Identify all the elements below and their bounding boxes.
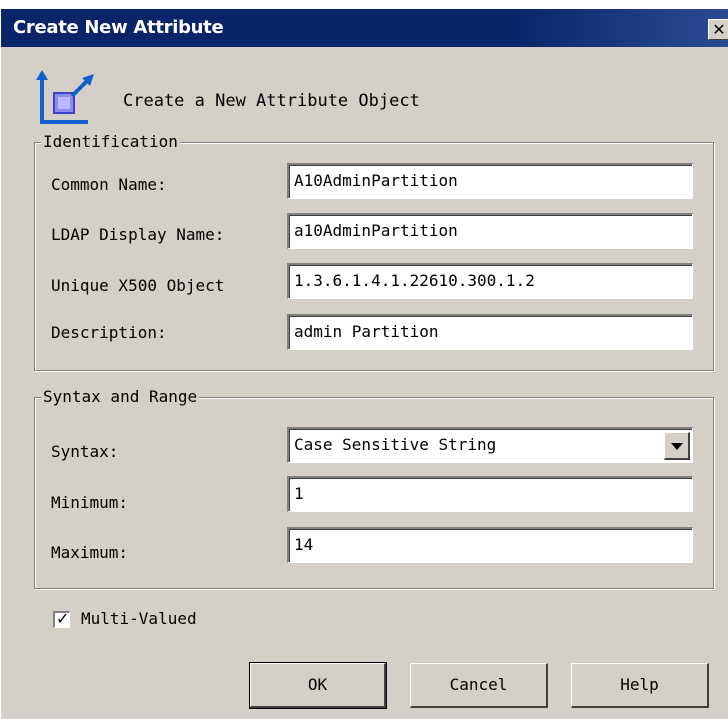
ldap-display-name-input[interactable]: a10AdminPartition [287,213,693,249]
ok-button[interactable]: OK [249,662,387,709]
multi-valued-checkbox[interactable]: ✓ [53,609,70,628]
unique-x500-label: Unique X500 Object [51,276,225,295]
minimum-label: Minimum: [51,493,129,512]
multi-valued-label[interactable]: Multi-Valued [81,609,197,628]
common-name-label: Common Name: [51,175,167,194]
description-label: Description: [51,323,167,342]
common-name-input[interactable]: A10AdminPartition [287,163,693,199]
syntax-select[interactable]: Case Sensitive String [287,427,693,463]
cancel-button[interactable]: Cancel [410,663,548,708]
description-input[interactable]: admin Partition [287,314,693,350]
close-icon: ✕ [712,20,726,39]
chevron-down-icon [671,443,683,450]
maximum-label: Maximum: [51,543,129,562]
syntax-label: Syntax: [51,442,119,461]
syntax-selected-value: Case Sensitive String [294,435,497,454]
create-new-attribute-dialog: Create New Attribute ✕ Create a New Attr… [0,9,728,719]
minimum-input[interactable]: 1 [287,476,693,512]
help-button[interactable]: Help [571,663,709,708]
close-button[interactable]: ✕ [708,19,728,40]
checkmark-icon: ✓ [56,609,70,628]
maximum-input[interactable]: 14 [287,527,693,563]
syntax-range-legend: Syntax and Range [41,387,200,406]
dialog-header-text: Create a New Attribute Object [123,91,420,111]
syntax-dropdown-button[interactable] [664,432,690,460]
identification-legend: Identification [41,132,180,151]
attribute-wizard-icon [36,70,94,124]
ldap-display-name-label: LDAP Display Name: [51,225,225,244]
unique-x500-input[interactable]: 1.3.6.1.4.1.22610.300.1.2 [287,263,693,299]
title-bar[interactable]: Create New Attribute ✕ [1,9,728,47]
window-title: Create New Attribute [13,17,224,38]
